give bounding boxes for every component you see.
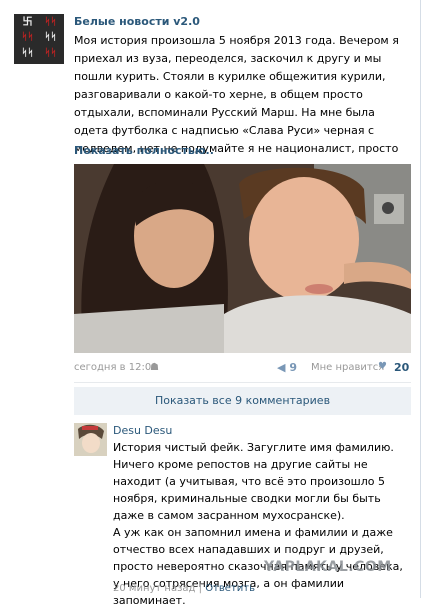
show-more-link[interactable]: Показать полностью.. (74, 144, 214, 157)
divider (74, 382, 411, 383)
page-edge-line (420, 0, 421, 598)
comment-meta: 20 минут назад | Ответить (113, 583, 255, 594)
comment-author-link[interactable]: Desu Desu (113, 424, 172, 437)
photo-illustration (74, 164, 411, 353)
android-icon: ☗ (150, 362, 159, 373)
group-avatar[interactable]: 卐 ᛋᛋ ᛋᛋ ᛋᛋ ᛋᛋ ᛋᛋ (14, 14, 64, 64)
watermark: YAPLAKAL.COM (264, 559, 392, 575)
repost-count: 9 (289, 361, 297, 374)
post-photo[interactable] (74, 164, 411, 353)
commenter-avatar-illustration (74, 423, 107, 456)
like-count: 20 (394, 361, 410, 374)
show-all-comments-button[interactable]: Показать все 9 комментариев (74, 387, 411, 415)
heart-icon[interactable]: ♥ (378, 361, 387, 372)
post-author-link[interactable]: Белые новости v2.0 (74, 15, 200, 28)
megaphone-icon: ◀ (277, 361, 286, 374)
reply-link[interactable]: Ответить (205, 583, 255, 594)
comment-meta-separator: | (198, 583, 202, 594)
like-label[interactable]: Мне нравится (311, 362, 384, 373)
commenter-avatar[interactable] (74, 423, 107, 456)
post-time-link[interactable]: сегодня в 12:01 (74, 362, 158, 373)
repost-button[interactable]: ◀ 9 (277, 361, 297, 374)
post-meta: сегодня в 12:01 ☗ ◀ 9 Мне нравится ♥ 20 (74, 361, 411, 376)
comment-time[interactable]: 20 минут назад (113, 583, 195, 594)
